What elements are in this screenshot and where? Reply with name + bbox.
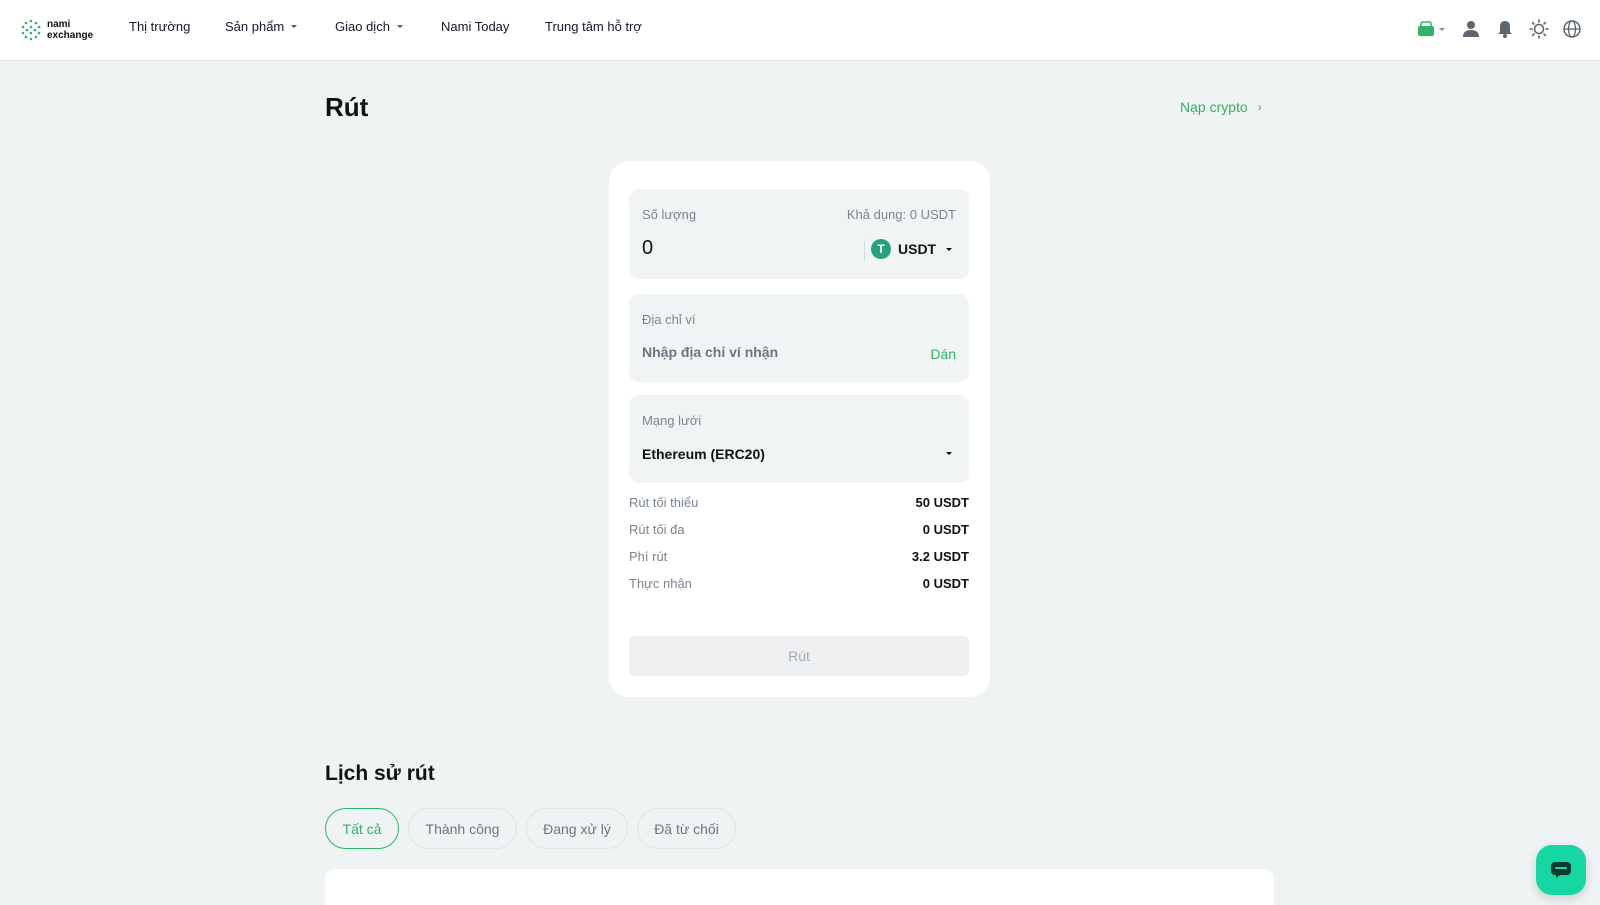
network-field[interactable]: Mạng lưới Ethereum (ERC20) xyxy=(629,395,969,483)
nav-nami-today-label: Nami Today xyxy=(441,19,510,34)
theme-toggle[interactable] xyxy=(1528,18,1550,40)
nami-logo-icon xyxy=(21,19,41,41)
min-withdraw-row: Rút tối thiểu 50 USDT xyxy=(629,495,969,510)
globe-icon xyxy=(1563,20,1581,38)
receive-value: 0 USDT xyxy=(922,576,969,591)
nav-support-label: Trung tâm hỗ trợ xyxy=(545,19,642,34)
history-table xyxy=(325,869,1274,905)
max-withdraw-row: Rút tối đa 0 USDT xyxy=(629,522,969,537)
wallet-icon xyxy=(1418,21,1434,36)
fee-row: Phí rút 3.2 USDT xyxy=(629,549,969,564)
brand-wordmark: nami exchange xyxy=(47,19,93,41)
nav-market-label: Thị trường xyxy=(129,19,191,34)
brand-line2: exchange xyxy=(47,30,94,41)
deposit-crypto-link[interactable]: Nạp crypto › xyxy=(1180,99,1262,115)
chat-support-button[interactable] xyxy=(1536,845,1586,895)
amount-label: Số lượng xyxy=(642,207,697,222)
receive-label: Thực nhận xyxy=(629,576,692,591)
deposit-crypto-label: Nạp crypto xyxy=(1180,99,1248,115)
max-withdraw-label: Rút tối đa xyxy=(629,522,685,537)
receive-row: Thực nhận 0 USDT xyxy=(629,576,969,591)
theme-sun-icon xyxy=(1529,19,1549,39)
user-icon xyxy=(1463,21,1479,37)
chevron-down-icon xyxy=(946,247,953,251)
notifications-button[interactable] xyxy=(1494,18,1516,40)
chevron-down-icon xyxy=(1439,27,1445,31)
nav-products-label: Sản phẩm xyxy=(225,19,285,34)
withdraw-submit-button[interactable]: Rút xyxy=(629,636,969,676)
tab-processing[interactable]: Đang xử lý xyxy=(526,808,628,849)
tab-rejected[interactable]: Đã từ chối xyxy=(637,808,736,849)
chevron-down-icon xyxy=(396,25,403,28)
address-label: Địa chỉ ví xyxy=(642,312,696,327)
brand-line1: nami xyxy=(47,19,71,30)
fee-value: 3.2 USDT xyxy=(911,549,969,564)
tether-icon: T xyxy=(871,239,891,259)
chat-icon xyxy=(1551,862,1571,878)
min-withdraw-value: 50 USDT xyxy=(915,495,969,510)
network-select-value: Ethereum (ERC20) xyxy=(642,446,765,462)
top-header: nami exchange Thị trường Sản phẩm Giao d… xyxy=(0,0,1600,61)
nav-products[interactable]: Sản phẩm xyxy=(225,19,298,34)
amount-field: Số lượng Khả dụng: 0 USDT 0 T USDT xyxy=(629,189,969,279)
withdraw-card: Số lượng Khả dụng: 0 USDT 0 T USDT Địa c… xyxy=(609,161,990,697)
max-withdraw-value: 0 USDT xyxy=(922,522,969,537)
page-title: Rút xyxy=(325,92,369,122)
chevron-down-icon xyxy=(291,25,298,28)
amount-input[interactable]: 0 xyxy=(642,237,653,260)
wallet-address-input[interactable] xyxy=(642,344,902,360)
tab-all[interactable]: Tất cả xyxy=(325,808,399,849)
nav-support[interactable]: Trung tâm hỗ trợ xyxy=(545,19,642,34)
address-field: Địa chỉ ví Dán xyxy=(629,294,969,382)
nav-trade[interactable]: Giao dịch xyxy=(335,19,403,34)
nav-market[interactable]: Thị trường xyxy=(129,19,190,34)
min-withdraw-label: Rút tối thiểu xyxy=(629,495,699,510)
divider xyxy=(864,239,865,261)
paste-button[interactable]: Dán xyxy=(930,346,956,362)
fee-label: Phí rút xyxy=(629,549,668,564)
chevron-right-icon: › xyxy=(1257,100,1262,114)
coin-selector[interactable]: T USDT xyxy=(871,239,953,259)
bell-icon xyxy=(1498,21,1512,38)
wallet-menu[interactable] xyxy=(1413,18,1449,40)
coin-name: USDT xyxy=(898,241,937,257)
history-title: Lịch sử rút xyxy=(325,762,435,785)
user-button[interactable] xyxy=(1460,18,1482,40)
language-button[interactable] xyxy=(1561,18,1583,40)
nav-nami-today[interactable]: Nami Today xyxy=(441,19,509,34)
chevron-down-icon xyxy=(946,452,952,455)
network-label: Mạng lưới xyxy=(642,413,702,428)
available-balance: Khả dụng: 0 USDT xyxy=(846,207,956,222)
nami-logo[interactable]: nami exchange xyxy=(20,15,100,45)
tab-success[interactable]: Thành công xyxy=(408,808,517,849)
nav-trade-label: Giao dịch xyxy=(335,19,390,34)
